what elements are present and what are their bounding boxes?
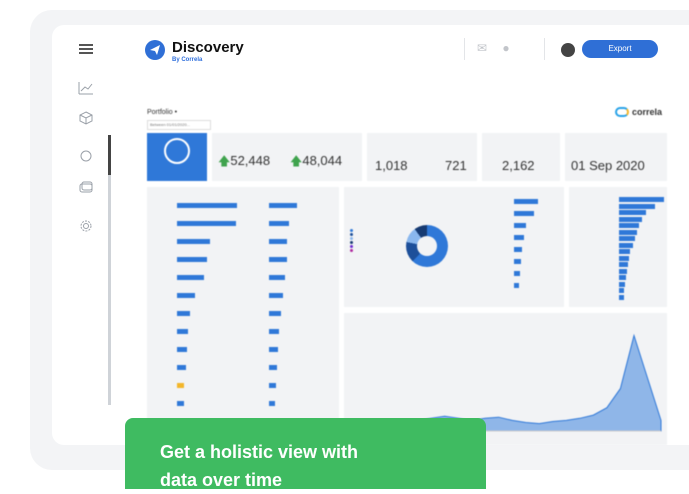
bar <box>619 249 631 254</box>
bar <box>177 401 185 406</box>
bar <box>177 311 191 316</box>
layers-icon[interactable] <box>78 180 94 196</box>
kpi-tile: 🡅52,448 🡅48,044 <box>212 133 362 181</box>
cube-icon[interactable] <box>78 110 94 126</box>
bar <box>269 383 277 388</box>
callout-line-1: Get a holistic view with <box>160 442 359 462</box>
kpi-tile: 2,162 <box>482 133 560 181</box>
donut-chart <box>406 225 448 267</box>
bar <box>514 259 522 264</box>
up-arrow-icon: 🡅 <box>290 154 303 168</box>
gauge-tile <box>147 133 207 181</box>
app-by-line: By Correla <box>172 57 203 63</box>
bar <box>514 247 522 252</box>
bar <box>619 210 646 215</box>
bar <box>619 229 637 235</box>
bar <box>177 239 210 244</box>
bar <box>269 329 279 334</box>
bar <box>177 203 237 208</box>
bar <box>514 283 519 288</box>
app-title: Discovery <box>172 39 244 56</box>
callout-text: Get a holistic view with data over time <box>160 438 460 494</box>
kpi-value-3: 1,018 <box>375 158 408 173</box>
menu-icon[interactable] <box>78 41 94 57</box>
bar <box>619 197 664 202</box>
bar <box>619 236 635 241</box>
discovery-logo-icon <box>145 40 165 60</box>
export-button[interactable]: Export <box>582 40 658 58</box>
bar <box>619 255 629 261</box>
correla-logo-icon <box>614 107 629 117</box>
divider <box>544 38 545 60</box>
dashboard-preview: Portfolio • Between 01/01/2020... correl… <box>142 103 672 445</box>
bar-chart-panel <box>147 187 339 445</box>
bar <box>177 365 186 370</box>
mail-icon[interactable]: ✉ <box>477 41 487 55</box>
bar <box>619 203 655 209</box>
sidebar-scroll-track <box>108 135 111 405</box>
bar <box>177 221 236 226</box>
bar <box>269 293 283 298</box>
chart-icon[interactable] <box>78 80 94 96</box>
bar <box>514 271 520 276</box>
bar <box>619 268 628 274</box>
bar <box>177 257 207 262</box>
callout-line-2: data over time <box>160 470 283 490</box>
bar <box>619 288 625 293</box>
date-filter[interactable]: Between 01/01/2020... <box>147 120 211 130</box>
user-avatar[interactable] <box>561 43 575 57</box>
bar <box>619 242 633 248</box>
bar <box>177 383 185 388</box>
bar <box>619 275 627 280</box>
dashboard-title: Portfolio • <box>147 109 178 116</box>
bar <box>269 203 297 208</box>
bar <box>619 223 640 228</box>
area-series <box>349 333 662 432</box>
bar <box>177 275 204 280</box>
settings-icon[interactable] <box>78 218 94 234</box>
gauge-icon <box>164 138 190 164</box>
circle-icon[interactable] <box>78 148 94 164</box>
bar <box>269 257 287 262</box>
divider <box>464 38 465 60</box>
donut-panel <box>344 187 564 307</box>
sidebar <box>52 25 122 445</box>
up-arrow-icon: 🡅 <box>218 154 231 168</box>
kpi-value-6: 01 Sep 2020 <box>571 158 645 173</box>
kpi-value-4: 721 <box>445 158 467 173</box>
bar <box>619 294 624 300</box>
bar <box>619 262 628 267</box>
bar <box>514 223 526 228</box>
legend <box>350 229 355 253</box>
bar <box>269 275 285 280</box>
bar <box>619 281 626 287</box>
bar <box>177 329 188 334</box>
correla-logo: correla <box>614 107 662 117</box>
bar <box>619 216 642 222</box>
kpi-tile: 1,018 721 <box>367 133 477 181</box>
top-icons: ✉ ● <box>477 41 510 55</box>
kpi-value-2: 🡅48,044 <box>290 153 343 168</box>
bar <box>269 401 276 406</box>
bar <box>269 311 281 316</box>
sidebar-scroll-thumb[interactable] <box>108 135 111 175</box>
bar <box>177 293 195 298</box>
kpi-value-5: 2,162 <box>502 158 535 173</box>
bar <box>514 235 524 240</box>
correla-brand: correla <box>631 107 662 117</box>
ranking-panel <box>569 187 667 307</box>
bar <box>269 347 278 352</box>
kpi-value-1: 🡅52,448 <box>218 153 271 168</box>
bar <box>269 221 289 226</box>
kpi-tile: 01 Sep 2020 <box>565 133 667 181</box>
bar <box>514 199 538 204</box>
bar <box>269 239 287 244</box>
bar <box>269 365 277 370</box>
app-window: Discovery By Correla ✉ ● Export Portfoli… <box>52 25 689 445</box>
notification-icon[interactable]: ● <box>502 41 509 55</box>
bar <box>514 211 534 216</box>
bar <box>177 347 187 352</box>
